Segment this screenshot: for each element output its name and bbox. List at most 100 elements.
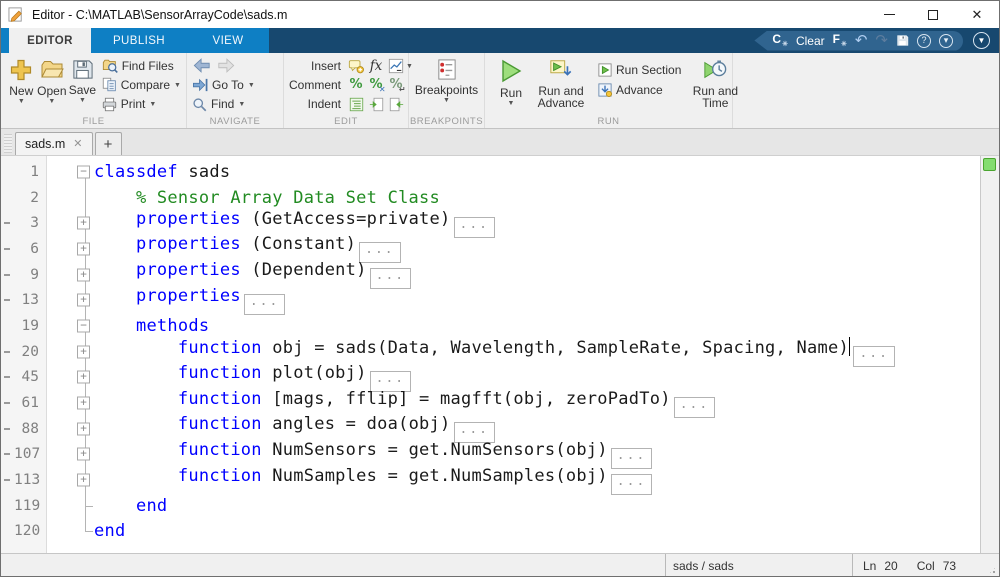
resize-grip[interactable]	[985, 554, 999, 577]
smart-indent-button[interactable]	[346, 95, 366, 113]
new-tab-button[interactable]: +	[95, 132, 122, 155]
forward-button[interactable]	[216, 57, 236, 75]
breakpoint-alley[interactable]	[1, 442, 14, 468]
advance-button[interactable]: Advance	[598, 80, 681, 100]
fold-toggle-icon[interactable]: +	[77, 294, 90, 307]
breakpoint-alley[interactable]	[1, 467, 14, 493]
doc-tab-sads[interactable]: sads.m ✕	[15, 132, 93, 155]
tab-publish[interactable]: PUBLISH	[91, 28, 187, 53]
quick-save-icon[interactable]	[896, 34, 909, 47]
insert-comment-button[interactable]	[346, 57, 366, 75]
tab-close-icon[interactable]: ✕	[73, 139, 82, 150]
folded-code-ellipsis[interactable]: ...	[244, 294, 285, 315]
code-text[interactable]: function plot(obj)...	[94, 363, 411, 392]
compare-button[interactable]: Compare ▼	[102, 75, 181, 94]
breakpoint-alley[interactable]	[1, 493, 14, 519]
fold-toggle-icon[interactable]: +	[77, 242, 90, 255]
insert-section-button[interactable]	[386, 57, 406, 75]
code-text[interactable]: classdef sads	[94, 162, 230, 182]
code-text[interactable]: properties...	[94, 286, 285, 315]
comment-button[interactable]: %	[346, 76, 366, 94]
redo-icon[interactable]: ↷	[875, 33, 888, 48]
code-line[interactable]: 3+ properties (GetAccess=private)...	[1, 210, 980, 236]
breakpoint-alley[interactable]	[1, 519, 14, 545]
code-line[interactable]: 9+ properties (Dependent)...	[1, 262, 980, 288]
folded-code-ellipsis[interactable]: ...	[454, 217, 495, 238]
breakpoint-alley[interactable]	[1, 416, 14, 442]
tab-editor[interactable]: EDITOR	[9, 28, 91, 53]
code-text[interactable]: properties (Dependent)...	[94, 260, 411, 289]
indent-right-button[interactable]	[366, 95, 386, 113]
breakpoint-alley[interactable]	[1, 287, 14, 313]
clear-shortcut-button[interactable]: Clear	[796, 35, 825, 47]
open-button[interactable]: Open ▼	[37, 56, 68, 114]
code-line[interactable]: 61+ function [mags, fflip] = magfft(obj,…	[1, 390, 980, 416]
breakpoint-alley[interactable]	[1, 390, 14, 416]
code-line[interactable]: 113+ function NumSamples = get.NumSample…	[1, 467, 980, 493]
help-icon[interactable]: ?	[917, 34, 931, 48]
breakpoint-alley[interactable]	[1, 339, 14, 365]
fold-toggle-icon[interactable]: +	[77, 371, 90, 384]
shortcut-c-button[interactable]: C✳	[772, 33, 788, 48]
code-text[interactable]: properties (Constant)...	[94, 234, 401, 263]
fold-toggle-icon[interactable]: +	[77, 268, 90, 281]
ribbon-options-icon[interactable]: ▼	[973, 32, 990, 49]
undo-icon[interactable]: ↶	[855, 33, 868, 48]
code-text[interactable]: function NumSensors = get.NumSensors(obj…	[94, 440, 652, 469]
folded-code-ellipsis[interactable]: ...	[611, 474, 652, 495]
folded-code-ellipsis[interactable]: ...	[370, 268, 411, 289]
fold-toggle-icon[interactable]: +	[77, 217, 90, 230]
print-button[interactable]: Print ▼	[102, 95, 181, 114]
breakpoint-alley[interactable]	[1, 365, 14, 391]
fold-toggle-icon[interactable]: +	[77, 397, 90, 410]
code-line[interactable]: 88+ function angles = doa(obj)...	[1, 416, 980, 442]
breakpoint-alley[interactable]	[1, 185, 14, 211]
breakpoint-alley[interactable]	[1, 236, 14, 262]
fold-toggle-icon[interactable]: −	[77, 165, 90, 178]
find-button[interactable]: Find ▼	[192, 95, 255, 114]
insert-function-button[interactable]: fx	[366, 57, 386, 75]
save-button[interactable]: Save ▼	[67, 56, 98, 114]
find-files-button[interactable]: Find Files	[102, 56, 181, 75]
back-button[interactable]	[192, 57, 212, 75]
tab-strip-grip[interactable]	[4, 134, 12, 153]
code-line[interactable]: 107+ function NumSensors = get.NumSensor…	[1, 442, 980, 468]
go-to-button[interactable]: Go To ▼	[192, 75, 255, 94]
breakpoint-alley[interactable]	[1, 313, 14, 339]
uncomment-button[interactable]: %✕	[366, 76, 386, 94]
code-line[interactable]: 120end	[1, 519, 980, 545]
code-text[interactable]: % Sensor Array Data Set Class	[94, 188, 440, 208]
code-editor[interactable]: 1−classdef sads2 % Sensor Array Data Set…	[1, 156, 980, 553]
wrap-comments-button[interactable]: %↵	[386, 76, 406, 94]
shortcut-f-button[interactable]: F✳	[833, 33, 847, 48]
code-text[interactable]: function [mags, fflip] = magfft(obj, zer…	[94, 389, 715, 418]
quick-access-dropdown-icon[interactable]: ▾	[939, 34, 953, 48]
code-line[interactable]: 119 end	[1, 493, 980, 519]
code-line[interactable]: 19− methods	[1, 313, 980, 339]
run-section-button[interactable]: Run Section	[598, 60, 681, 80]
run-and-advance-button[interactable]: Run and Advance	[532, 56, 590, 109]
run-and-time-button[interactable]: Run and Time	[687, 56, 743, 109]
breakpoints-button[interactable]: Breakpoints ▼	[414, 56, 479, 114]
fold-toggle-icon[interactable]: +	[77, 448, 90, 461]
folded-code-ellipsis[interactable]: ...	[853, 346, 894, 367]
fold-toggle-icon[interactable]: +	[77, 345, 90, 358]
close-button[interactable]: ✕	[955, 1, 999, 28]
fold-toggle-icon[interactable]: +	[77, 474, 90, 487]
code-text[interactable]: function NumSamples = get.NumSamples(obj…	[94, 466, 652, 495]
code-text[interactable]: function angles = doa(obj)...	[94, 414, 495, 443]
maximize-button[interactable]	[911, 1, 955, 28]
breakpoint-alley[interactable]	[1, 210, 14, 236]
code-text[interactable]: end	[94, 521, 125, 541]
code-line[interactable]: 20+ function obj = sads(Data, Wavelength…	[1, 339, 980, 365]
code-line[interactable]: 2 % Sensor Array Data Set Class	[1, 185, 980, 211]
indent-left-button[interactable]	[386, 95, 406, 113]
code-line[interactable]: 6+ properties (Constant)...	[1, 236, 980, 262]
code-line[interactable]: 13+ properties...	[1, 287, 980, 313]
code-line[interactable]: 1−classdef sads	[1, 159, 980, 185]
folded-code-ellipsis[interactable]: ...	[674, 397, 715, 418]
fold-toggle-icon[interactable]: −	[77, 319, 90, 332]
tab-view[interactable]: VIEW	[187, 28, 269, 53]
code-analyzer-indicator[interactable]	[983, 158, 996, 171]
code-text[interactable]: methods	[94, 316, 209, 336]
